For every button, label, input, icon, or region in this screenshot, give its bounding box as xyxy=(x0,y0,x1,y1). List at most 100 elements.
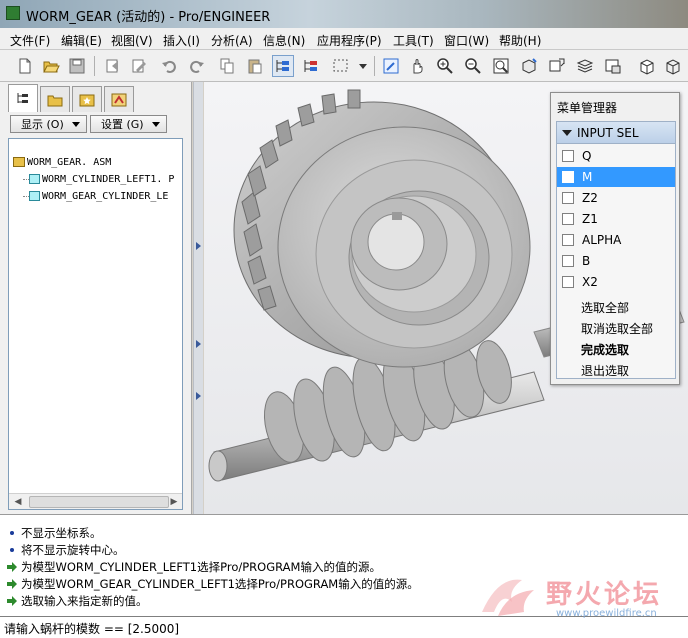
prompt-arrow-icon xyxy=(6,578,18,590)
reorient-icon[interactable] xyxy=(518,55,540,77)
option-alpha[interactable]: ALPHA xyxy=(557,230,675,250)
checkbox[interactable] xyxy=(562,276,574,288)
scrollbar-thumb[interactable] xyxy=(29,496,169,508)
display-style-icon[interactable] xyxy=(636,55,658,77)
cube-icon[interactable] xyxy=(662,55,684,77)
zoom-out-icon[interactable] xyxy=(462,55,484,77)
settings-dropdown[interactable]: 设置 (G) xyxy=(90,115,167,133)
input-prompt: 请输入蜗杆的模数 == [2.5000] xyxy=(4,622,180,636)
scroll-right-icon[interactable]: ▶ xyxy=(167,495,181,509)
menu-window[interactable]: 窗口(W) xyxy=(444,32,489,49)
connections-icon xyxy=(111,93,127,106)
spin-center-icon[interactable] xyxy=(406,55,428,77)
message-text: 选取输入来指定新的值。 xyxy=(21,594,148,608)
undo-icon[interactable] xyxy=(158,55,180,77)
watermark-logo-icon xyxy=(482,579,534,616)
layer-tree-icon[interactable] xyxy=(300,55,322,77)
menu-applications[interactable]: 应用程序(P) xyxy=(317,32,382,49)
input-sel-label: INPUT SEL xyxy=(577,125,639,140)
tree-item-root[interactable]: WORM_GEAR. ASM xyxy=(13,157,111,168)
model-tree: WORM_GEAR. ASM WORM_CYLINDER_LEFT1. P WO… xyxy=(8,138,183,510)
favorites-tab[interactable] xyxy=(72,86,102,112)
new-icon[interactable] xyxy=(14,55,36,77)
scroll-left-icon[interactable]: ◀ xyxy=(11,495,25,509)
tree-item-worm-gear-cylinder[interactable]: WORM_GEAR_CYLINDER_LE xyxy=(23,191,168,202)
checkbox[interactable] xyxy=(562,213,574,225)
input-sel-header[interactable]: INPUT SEL xyxy=(557,122,675,144)
paste-icon[interactable] xyxy=(244,55,266,77)
option-m[interactable]: M xyxy=(557,167,675,187)
repaint-icon[interactable] xyxy=(380,55,402,77)
option-b[interactable]: B xyxy=(557,251,675,271)
option-z2[interactable]: Z2 xyxy=(557,188,675,208)
menu-edit[interactable]: 编辑(E) xyxy=(61,32,102,49)
menu-analysis[interactable]: 分析(A) xyxy=(211,32,253,49)
window-title: WORM_GEAR (活动的) - Pro/ENGINEER xyxy=(26,10,271,25)
toolbar xyxy=(0,50,688,82)
checkbox[interactable] xyxy=(562,171,574,183)
message-text: 不显示坐标系。 xyxy=(21,526,102,540)
part-icon xyxy=(29,174,40,184)
checkbox[interactable] xyxy=(562,192,574,204)
menu-bar: 文件(F) 编辑(E) 视图(V) 插入(I) 分析(A) 信息(N) 应用程序… xyxy=(0,28,688,50)
tree-item-worm-cylinder[interactable]: WORM_CYLINDER_LEFT1. P xyxy=(23,174,174,185)
chevron-down-icon xyxy=(72,122,80,127)
layers-icon[interactable] xyxy=(574,55,596,77)
saved-views-icon[interactable] xyxy=(546,55,568,77)
done-select-button[interactable]: 完成选取 xyxy=(581,341,629,358)
collapse-arrow-icon[interactable] xyxy=(196,242,201,250)
menu-insert[interactable]: 插入(I) xyxy=(163,32,200,49)
tree-item-label: WORM_CYLINDER_LEFT1. P xyxy=(42,174,175,185)
checkbox[interactable] xyxy=(562,150,574,162)
info-dot-icon xyxy=(6,527,18,539)
connections-tab[interactable] xyxy=(104,86,134,112)
option-label: M xyxy=(582,170,593,184)
menu-info[interactable]: 信息(N) xyxy=(263,32,305,49)
folder-icon xyxy=(47,95,63,106)
collapse-arrow-icon[interactable] xyxy=(196,392,201,400)
model-tree-icon[interactable] xyxy=(272,55,294,77)
folder-browser-tab[interactable] xyxy=(40,86,70,112)
input-sel-menu: INPUT SEL Q M Z2 Z1 ALPHA B X2 选取全部 取消选取… xyxy=(556,121,676,379)
assembly-icon xyxy=(13,157,25,167)
checkbox[interactable] xyxy=(562,255,574,267)
copy-icon[interactable] xyxy=(216,55,238,77)
regenerate-icon[interactable] xyxy=(102,55,124,77)
message-text: 将不显示旋转中心。 xyxy=(21,543,125,557)
view-manager-icon[interactable] xyxy=(602,55,624,77)
message-line: 选取输入来指定新的值。 xyxy=(6,593,148,609)
option-z1[interactable]: Z1 xyxy=(557,209,675,229)
redo-icon[interactable] xyxy=(186,55,208,77)
menu-file[interactable]: 文件(F) xyxy=(10,32,50,49)
menu-help[interactable]: 帮助(H) xyxy=(499,32,541,49)
watermark-url: www.proewildfire.cn xyxy=(556,608,657,619)
menu-view[interactable]: 视图(V) xyxy=(111,32,153,49)
option-label: X2 xyxy=(582,275,598,289)
open-icon[interactable] xyxy=(40,55,62,77)
show-dropdown[interactable]: 显示 (O) xyxy=(10,115,87,133)
option-x2[interactable]: X2 xyxy=(557,272,675,292)
collapse-arrow-icon[interactable] xyxy=(196,340,201,348)
select-all-button[interactable]: 选取全部 xyxy=(581,299,629,316)
unselect-all-button[interactable]: 取消选取全部 xyxy=(581,320,653,337)
watermark-text: 野火论坛 xyxy=(546,580,663,610)
chevron-down-icon[interactable] xyxy=(352,55,374,77)
message-line: 将不显示旋转中心。 xyxy=(6,542,125,558)
save-icon[interactable] xyxy=(66,55,88,77)
panel-splitter[interactable] xyxy=(193,82,203,514)
message-text: 为模型WORM_CYLINDER_LEFT1选择Pro/PROGRAM输入的值的… xyxy=(21,560,381,574)
refit-icon[interactable] xyxy=(490,55,512,77)
horizontal-scrollbar[interactable]: ◀ ▶ xyxy=(9,493,182,509)
menu-manager: 菜单管理器 INPUT SEL Q M Z2 Z1 ALPHA B X2 选取全… xyxy=(550,92,680,385)
option-q[interactable]: Q xyxy=(557,146,675,166)
zoom-in-icon[interactable] xyxy=(434,55,456,77)
regenerate-manager-icon[interactable] xyxy=(128,55,150,77)
checkbox[interactable] xyxy=(562,234,574,246)
select-box-icon[interactable] xyxy=(330,55,352,77)
quit-select-button[interactable]: 退出选取 xyxy=(581,362,629,379)
menu-tools[interactable]: 工具(T) xyxy=(393,32,434,49)
model-tree-tab[interactable] xyxy=(8,84,38,112)
message-line: 不显示坐标系。 xyxy=(6,525,102,541)
tree-root-label: WORM_GEAR. ASM xyxy=(27,157,112,168)
collapse-triangle-icon xyxy=(562,130,572,136)
